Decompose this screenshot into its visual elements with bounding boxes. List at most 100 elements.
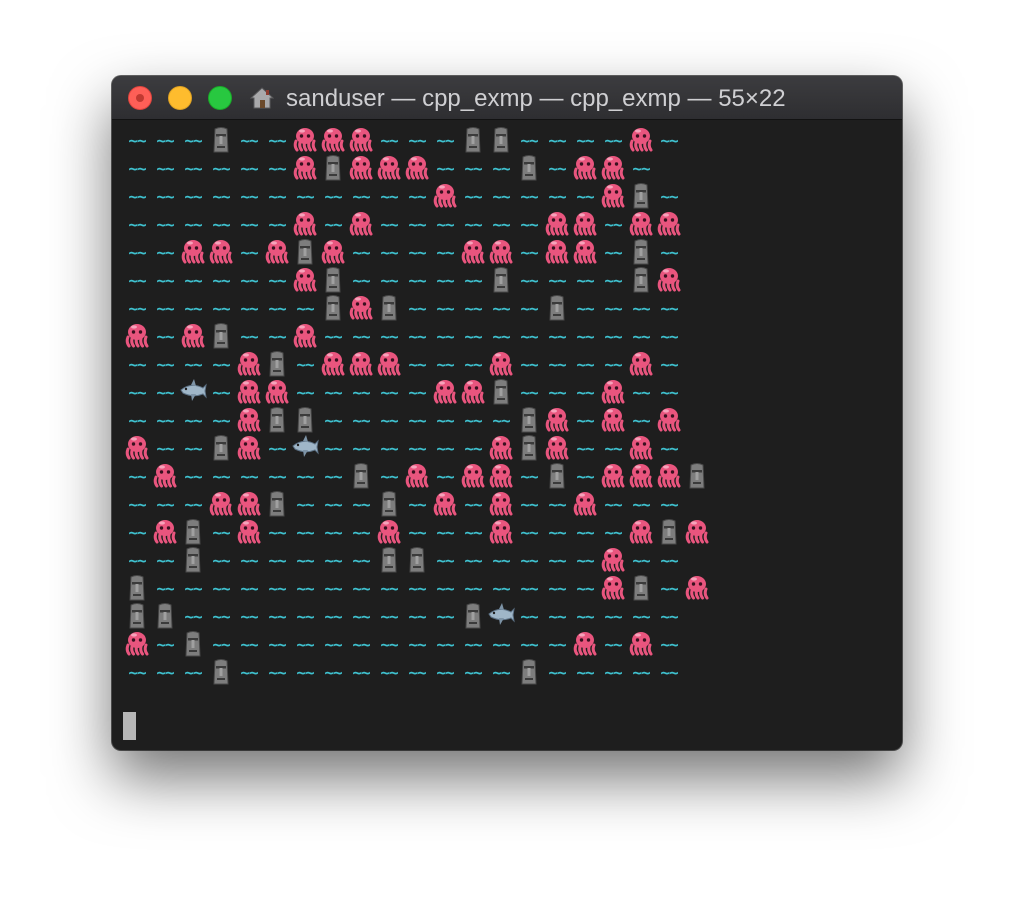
wave: ~~ bbox=[548, 495, 566, 514]
wave: ~~ bbox=[184, 439, 202, 458]
terminal-line: ~~ ~~ ~~ ~~ ~~ ~~ ~~ ~~ ~~ ~~ ~~ ~~ ~~ bbox=[123, 406, 683, 434]
wave: ~~ bbox=[324, 635, 342, 654]
wave: ~~ bbox=[436, 467, 454, 486]
wave: ~~ bbox=[156, 411, 174, 430]
minimize-button[interactable] bbox=[168, 86, 192, 110]
wave: ~~ bbox=[464, 271, 482, 290]
wave: ~~ bbox=[212, 411, 230, 430]
wave: ~~ bbox=[464, 159, 482, 178]
octopus-icon bbox=[571, 630, 599, 658]
wave: ~~ bbox=[212, 551, 230, 570]
octopus-icon bbox=[403, 462, 431, 490]
wave: ~~ bbox=[380, 411, 398, 430]
octopus-icon bbox=[319, 350, 347, 378]
octopus-icon bbox=[543, 406, 571, 434]
wave: ~~ bbox=[212, 467, 230, 486]
moai-icon bbox=[123, 574, 151, 602]
octopus-icon bbox=[123, 322, 151, 350]
wave: ~~ bbox=[380, 663, 398, 682]
wave: ~~ bbox=[184, 607, 202, 626]
wave: ~~ bbox=[632, 411, 650, 430]
octopus-icon bbox=[347, 154, 375, 182]
wave: ~~ bbox=[660, 607, 678, 626]
octopus-icon bbox=[263, 238, 291, 266]
wave: ~~ bbox=[492, 663, 510, 682]
wave: ~~ bbox=[408, 187, 426, 206]
octopus-icon bbox=[627, 126, 655, 154]
wave: ~~ bbox=[436, 607, 454, 626]
terminal-output[interactable]: ~~ ~~ ~~ ~~ ~~ ~~ ~~ ~~ ~~ ~~ ~~ ~~ ~~ ~~ ~~ ~~ ~~ ~~ ~~ ~~… bbox=[123, 122, 893, 742]
wave: ~~ bbox=[380, 271, 398, 290]
wave: ~~ bbox=[268, 299, 286, 318]
terminal-line: ~~ ~~ ~~ ~~ ~~ ~~ ~~ ~~ ~~ ~~ ~~ ~~ ~~ ~~ ~~ ~~ bbox=[123, 602, 683, 630]
octopus-icon bbox=[655, 210, 683, 238]
moai-icon bbox=[459, 126, 487, 154]
moai-icon bbox=[263, 406, 291, 434]
terminal-line: ~~ ~~ ~~ ~~ ~~ ~~ ~~ ~~ ~~ ~~ ~~ ~~ ~~ ~~ bbox=[123, 210, 683, 238]
title-bar[interactable]: sanduser — cpp_exmp — cpp_exmp — 55×22 bbox=[112, 76, 902, 120]
wave: ~~ bbox=[548, 635, 566, 654]
wave: ~~ bbox=[380, 187, 398, 206]
wave: ~~ bbox=[352, 663, 370, 682]
wave: ~~ bbox=[576, 467, 594, 486]
wave: ~~ bbox=[464, 355, 482, 374]
octopus-icon bbox=[487, 238, 515, 266]
octopus-icon bbox=[375, 154, 403, 182]
wave: ~~ bbox=[632, 607, 650, 626]
wave: ~~ bbox=[184, 131, 202, 150]
wave: ~~ bbox=[632, 495, 650, 514]
wave: ~~ bbox=[548, 551, 566, 570]
wave: ~~ bbox=[184, 411, 202, 430]
moai-icon bbox=[487, 378, 515, 406]
wave: ~~ bbox=[548, 131, 566, 150]
wave: ~~ bbox=[492, 635, 510, 654]
wave: ~~ bbox=[520, 355, 538, 374]
wave: ~~ bbox=[184, 579, 202, 598]
octopus-icon bbox=[487, 518, 515, 546]
moai-icon bbox=[375, 490, 403, 518]
wave: ~~ bbox=[296, 663, 314, 682]
octopus-icon bbox=[151, 518, 179, 546]
terminal-line: ~~ ~~ ~~ ~~ ~~ ~~ ~~ ~~ ~~ ~~ ~~ ~~ bbox=[123, 434, 683, 462]
octopus-icon bbox=[599, 154, 627, 182]
wave: ~~ bbox=[436, 271, 454, 290]
wave: ~~ bbox=[408, 243, 426, 262]
wave: ~~ bbox=[128, 243, 146, 262]
wave: ~~ bbox=[492, 411, 510, 430]
wave: ~~ bbox=[380, 467, 398, 486]
wave: ~~ bbox=[240, 299, 258, 318]
wave: ~~ bbox=[128, 187, 146, 206]
wave: ~~ bbox=[324, 495, 342, 514]
moai-icon bbox=[515, 154, 543, 182]
wave: ~~ bbox=[156, 551, 174, 570]
wave: ~~ bbox=[604, 439, 622, 458]
moai-icon bbox=[515, 658, 543, 686]
wave: ~~ bbox=[352, 579, 370, 598]
wave: ~~ bbox=[464, 299, 482, 318]
wave: ~~ bbox=[520, 635, 538, 654]
wave: ~~ bbox=[240, 635, 258, 654]
wave: ~~ bbox=[548, 383, 566, 402]
close-button[interactable] bbox=[128, 86, 152, 110]
wave: ~~ bbox=[156, 383, 174, 402]
wave: ~~ bbox=[660, 383, 678, 402]
wave: ~~ bbox=[128, 131, 146, 150]
moai-icon bbox=[627, 266, 655, 294]
terminal-line: ~~ ~~ ~~ ~~ ~~ ~~ ~~ ~~ ~~ ~~ ~~ ~~ ~~ ~~ ~~ ~~ bbox=[123, 322, 683, 350]
wave: ~~ bbox=[464, 187, 482, 206]
wave: ~~ bbox=[296, 551, 314, 570]
zoom-button[interactable] bbox=[208, 86, 232, 110]
wave: ~~ bbox=[128, 663, 146, 682]
wave: ~~ bbox=[520, 187, 538, 206]
wave: ~~ bbox=[660, 551, 678, 570]
octopus-icon bbox=[235, 518, 263, 546]
wave: ~~ bbox=[408, 439, 426, 458]
wave: ~~ bbox=[156, 159, 174, 178]
wave: ~~ bbox=[520, 299, 538, 318]
wave: ~~ bbox=[604, 327, 622, 346]
wave: ~~ bbox=[576, 523, 594, 542]
moai-icon bbox=[459, 602, 487, 630]
wave: ~~ bbox=[548, 523, 566, 542]
wave: ~~ bbox=[212, 355, 230, 374]
wave: ~~ bbox=[604, 355, 622, 374]
